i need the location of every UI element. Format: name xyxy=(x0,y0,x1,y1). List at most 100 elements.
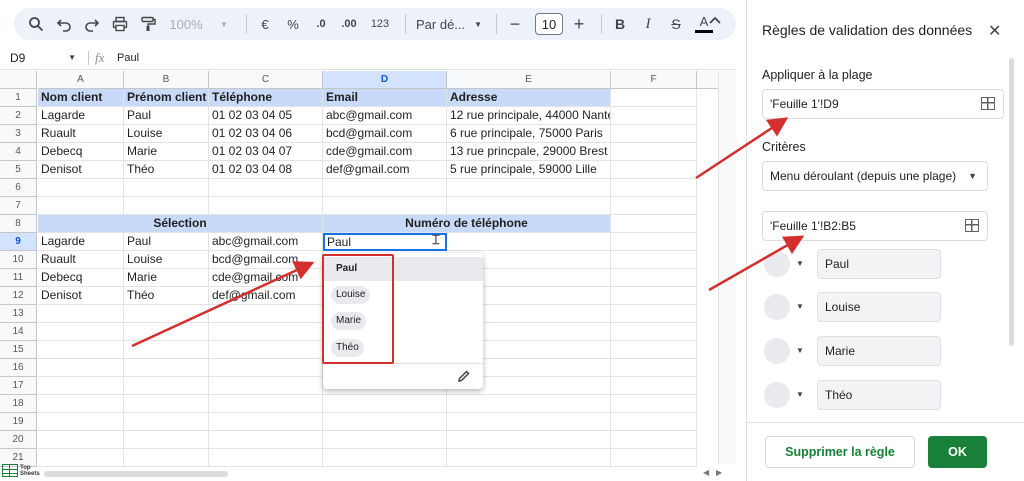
grid-cell[interactable] xyxy=(124,449,209,467)
row-header-12[interactable]: 12 xyxy=(0,287,37,305)
grid-cell[interactable] xyxy=(209,413,323,431)
undo-icon[interactable] xyxy=(52,12,76,36)
grid-cell[interactable] xyxy=(611,449,697,467)
grid-cell[interactable] xyxy=(611,107,697,125)
row-header-8[interactable]: 8 xyxy=(0,215,37,233)
chevron-down-icon[interactable]: ▼ xyxy=(796,259,804,268)
table-cell[interactable]: 01 02 03 04 08 xyxy=(209,161,323,179)
search-icon[interactable] xyxy=(24,12,48,36)
grid-cell[interactable] xyxy=(447,413,611,431)
grid-cell[interactable] xyxy=(447,431,611,449)
grid-cell[interactable] xyxy=(38,197,124,215)
grid-cell[interactable] xyxy=(323,179,447,197)
grid-cell[interactable] xyxy=(124,395,209,413)
option-color-circle[interactable] xyxy=(764,382,790,408)
row-header-13[interactable]: 13 xyxy=(0,305,37,323)
table-cell[interactable]: 01 02 03 04 07 xyxy=(209,143,323,161)
grid-cell[interactable] xyxy=(323,197,447,215)
row-header-15[interactable]: 15 xyxy=(0,341,37,359)
table-cell[interactable]: def@gmail.com xyxy=(209,287,323,305)
table-cell[interactable]: Théo xyxy=(124,161,209,179)
grid-cell[interactable] xyxy=(323,431,447,449)
grid-cell[interactable] xyxy=(124,341,209,359)
table-header-cell[interactable]: Téléphone xyxy=(209,89,323,107)
table-cell[interactable]: Marie xyxy=(124,269,209,287)
strikethrough-button[interactable]: S xyxy=(664,12,688,36)
grid-cell[interactable] xyxy=(38,179,124,197)
table-header-cell[interactable]: Adresse xyxy=(447,89,611,107)
grid-cell[interactable] xyxy=(611,125,697,143)
grid-cell[interactable] xyxy=(611,359,697,377)
chevron-down-icon[interactable]: ▼ xyxy=(212,12,236,36)
phone-header[interactable]: Numéro de téléphone xyxy=(323,215,611,233)
row-header-17[interactable]: 17 xyxy=(0,377,37,395)
grid-cell[interactable] xyxy=(209,395,323,413)
ok-button[interactable]: OK xyxy=(928,436,987,468)
table-cell[interactable]: 01 02 03 04 05 xyxy=(209,107,323,125)
column-header-f[interactable]: F xyxy=(611,71,697,89)
table-cell[interactable]: abc@gmail.com xyxy=(323,107,447,125)
grid-cell[interactable] xyxy=(611,233,697,251)
paint-format-icon[interactable] xyxy=(136,12,160,36)
option-color-circle[interactable] xyxy=(764,338,790,364)
chevron-down-icon[interactable]: ▼ xyxy=(796,302,804,311)
vertical-scrollbar[interactable] xyxy=(718,72,736,464)
pencil-icon[interactable] xyxy=(457,369,471,383)
row-header-2[interactable]: 2 xyxy=(0,107,37,125)
selection-header[interactable]: Sélection xyxy=(38,215,323,233)
grid-cell[interactable] xyxy=(611,305,697,323)
grid-cell[interactable] xyxy=(209,197,323,215)
dropdown-option[interactable]: Théo xyxy=(331,339,364,357)
name-box[interactable]: D9 ▼ xyxy=(0,51,82,65)
option-color-circle[interactable] xyxy=(764,294,790,320)
row-header-7[interactable]: 7 xyxy=(0,197,37,215)
collapse-toolbar-icon[interactable] xyxy=(708,14,722,31)
currency-button[interactable]: € xyxy=(253,12,277,36)
grid-cell[interactable] xyxy=(209,431,323,449)
number-format-button[interactable]: 123 xyxy=(365,12,395,36)
table-cell[interactable]: Lagarde xyxy=(38,107,124,125)
grid-cell[interactable] xyxy=(209,377,323,395)
table-header-cell[interactable]: Prénom client xyxy=(124,89,209,107)
column-header-b[interactable]: B xyxy=(124,71,209,89)
dropdown-option[interactable]: Louise xyxy=(331,286,371,304)
grid-cell[interactable] xyxy=(611,179,697,197)
row-header-9[interactable]: 9 xyxy=(0,233,37,251)
row-header-16[interactable]: 16 xyxy=(0,359,37,377)
grid-cell[interactable] xyxy=(209,341,323,359)
table-cell[interactable]: bcd@gmail.com xyxy=(209,251,323,269)
decrease-decimal-button[interactable]: .0 xyxy=(309,12,333,36)
table-cell[interactable]: Debecq xyxy=(38,143,124,161)
table-cell[interactable]: 01 02 03 04 06 xyxy=(209,125,323,143)
increase-decimal-button[interactable]: .00 xyxy=(337,12,361,36)
grid-cell[interactable] xyxy=(611,287,697,305)
chevron-down-icon[interactable]: ▼ xyxy=(796,390,804,399)
table-cell[interactable]: Théo xyxy=(124,287,209,305)
grid-cell[interactable] xyxy=(611,341,697,359)
table-cell[interactable]: Ruault xyxy=(38,125,124,143)
table-cell[interactable]: Paul xyxy=(124,233,209,251)
table-cell[interactable]: def@gmail.com xyxy=(323,161,447,179)
grid-cell[interactable] xyxy=(124,197,209,215)
grid-cell[interactable] xyxy=(611,377,697,395)
grid-cell[interactable] xyxy=(447,179,611,197)
row-header-5[interactable]: 5 xyxy=(0,161,37,179)
grid-cell[interactable] xyxy=(611,89,697,107)
scroll-right-icon[interactable]: ▶ xyxy=(716,468,722,477)
table-cell[interactable]: bcd@gmail.com xyxy=(323,125,447,143)
horizontal-scrollbar[interactable] xyxy=(44,471,228,477)
grid-cell[interactable] xyxy=(124,431,209,449)
table-cell[interactable]: 12 rue principale, 44000 Nantes xyxy=(447,107,611,125)
column-header-a[interactable]: A xyxy=(38,71,124,89)
close-icon[interactable]: ✕ xyxy=(988,21,1001,41)
grid-cell[interactable] xyxy=(38,341,124,359)
table-cell[interactable]: Ruault xyxy=(38,251,124,269)
option-input[interactable]: Louise xyxy=(817,292,941,322)
grid-cell[interactable] xyxy=(124,413,209,431)
column-header-c[interactable]: C xyxy=(209,71,323,89)
grid-cell[interactable] xyxy=(611,143,697,161)
table-cell[interactable]: abc@gmail.com xyxy=(209,233,323,251)
grid-cell[interactable] xyxy=(209,359,323,377)
table-cell[interactable]: cde@gmail.com xyxy=(209,269,323,287)
row-header-4[interactable]: 4 xyxy=(0,143,37,161)
